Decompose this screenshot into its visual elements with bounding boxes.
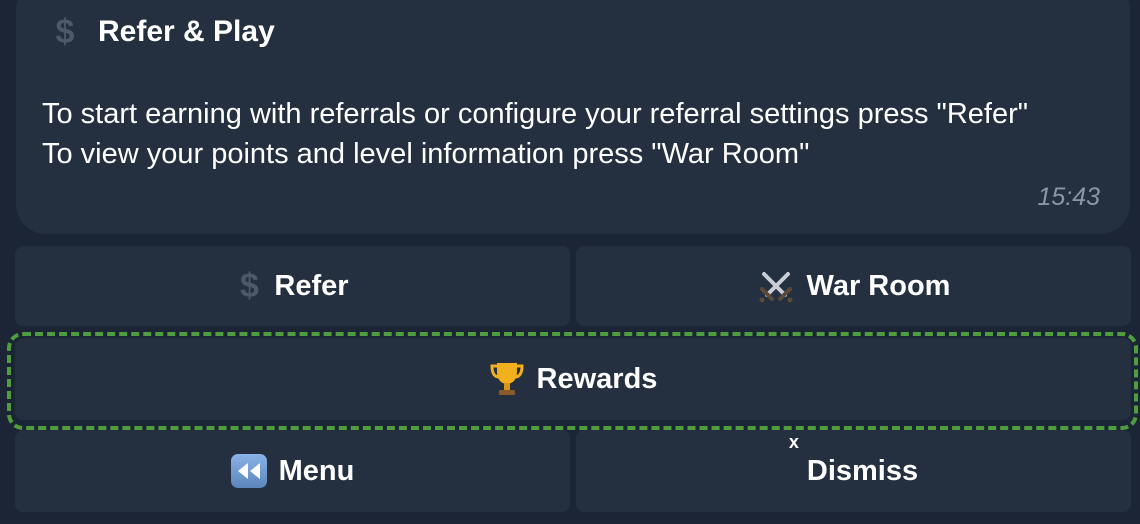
war-room-button[interactable]: War Room bbox=[576, 246, 1131, 326]
rewards-button-label: Rewards bbox=[536, 362, 658, 395]
dollar-icon: $ bbox=[239, 266, 259, 305]
rewards-button[interactable]: Rewards bbox=[15, 338, 1131, 420]
message-title: Refer & Play bbox=[98, 15, 275, 48]
war-room-button-label: War Room bbox=[806, 269, 951, 302]
refer-button[interactable]: $ Refer bbox=[15, 246, 570, 326]
trophy-icon bbox=[489, 360, 525, 398]
x-icon: x bbox=[788, 432, 799, 452]
dismiss-button-label: Dismiss bbox=[806, 454, 919, 487]
message-body: To start earning with referrals or confi… bbox=[42, 98, 1029, 170]
bot-message: $ Refer & Play To start earning with ref… bbox=[16, 0, 1130, 234]
menu-button[interactable]: Menu bbox=[15, 430, 570, 512]
menu-button-label: Menu bbox=[278, 454, 355, 487]
message-timestamp: 15:43 bbox=[1037, 183, 1100, 211]
refer-button-label: Refer bbox=[274, 269, 349, 302]
message-header: $ Refer & Play bbox=[50, 14, 275, 50]
rewind-icon bbox=[230, 454, 267, 488]
crossed-swords-icon bbox=[757, 267, 795, 305]
dismiss-button[interactable]: x Dismiss bbox=[576, 430, 1131, 512]
dollar-icon: $ bbox=[55, 13, 75, 51]
